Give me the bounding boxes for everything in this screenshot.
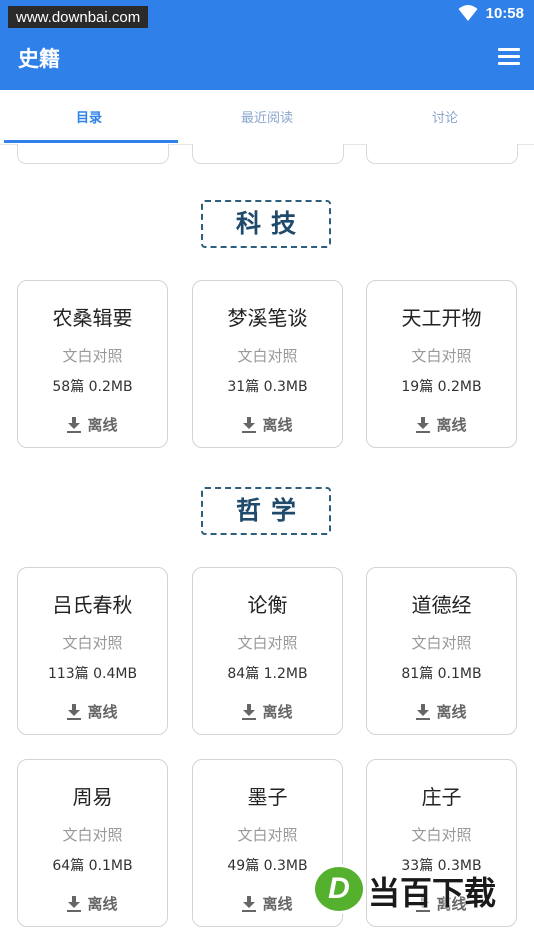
page-title: 史籍: [18, 47, 60, 71]
book-title: 梦溪笔谈: [227, 306, 308, 330]
offline-label: 离线: [87, 416, 118, 434]
status-bar: www.downbai.com 10:58: [0, 0, 534, 30]
tab-bar: 目录 最近阅读 讨论: [0, 90, 534, 145]
offline-download-button[interactable]: 离线: [18, 701, 167, 722]
logo-mark: D: [312, 864, 366, 914]
book-title: 墨子: [247, 785, 288, 809]
status-time: 10:58: [485, 4, 524, 22]
section-header-philosophy: 哲学: [201, 487, 331, 535]
offline-label: 离线: [436, 703, 467, 721]
logo-text: 当百下载: [368, 874, 497, 912]
book-card[interactable]: 梦溪笔谈 文白对照 31篇 0.3MB 离线: [192, 280, 343, 448]
book-subtitle: 文白对照: [62, 634, 123, 652]
book-card[interactable]: 天工开物 文白对照 19篇 0.2MB 离线: [366, 280, 517, 448]
offline-label: 离线: [87, 895, 118, 913]
book-meta: 19篇 0.2MB: [401, 379, 482, 395]
download-icon: [242, 703, 257, 720]
download-icon: [67, 895, 82, 912]
app-bar: 史籍: [0, 28, 534, 90]
book-card[interactable]: 周易 文白对照 64篇 0.1MB 离线: [17, 759, 168, 927]
book-card-partial[interactable]: [17, 144, 169, 164]
section-header-technology: 科技: [201, 200, 331, 248]
book-subtitle: 文白对照: [411, 347, 472, 365]
offline-label: 离线: [262, 703, 293, 721]
offline-download-button[interactable]: 离线: [18, 893, 167, 914]
book-card[interactable]: 道德经 文白对照 81篇 0.1MB 离线: [366, 567, 517, 735]
catalog-list[interactable]: 科技 农桑辑要 文白对照 58篇 0.2MB 离线 梦溪笔谈 文白对照 31篇 …: [0, 144, 534, 949]
offline-label: 离线: [436, 416, 467, 434]
download-icon: [416, 416, 431, 433]
brand-logo: D 当百下载: [312, 864, 534, 949]
offline-label: 离线: [87, 703, 118, 721]
book-meta: 113篇 0.4MB: [47, 666, 138, 682]
book-title: 庄子: [421, 785, 462, 809]
download-icon: [67, 703, 82, 720]
wifi-icon: [458, 5, 478, 21]
book-meta: 58篇 0.2MB: [52, 379, 133, 395]
offline-download-button[interactable]: 离线: [18, 414, 167, 435]
tab-catalog[interactable]: 目录: [0, 90, 178, 144]
offline-download-button[interactable]: 离线: [367, 701, 516, 722]
book-title: 道德经: [411, 593, 472, 617]
book-meta: 64篇 0.1MB: [52, 858, 133, 874]
menu-icon[interactable]: [498, 48, 520, 66]
book-title: 吕氏春秋: [52, 593, 133, 617]
book-subtitle: 文白对照: [237, 826, 298, 844]
book-subtitle: 文白对照: [411, 634, 472, 652]
offline-download-button[interactable]: 离线: [193, 414, 342, 435]
offline-download-button[interactable]: 离线: [367, 414, 516, 435]
book-title: 论衡: [247, 593, 288, 617]
offline-label: 离线: [262, 416, 293, 434]
book-card-partial[interactable]: [192, 144, 344, 164]
download-icon: [242, 416, 257, 433]
book-card[interactable]: 论衡 文白对照 84篇 1.2MB 离线: [192, 567, 343, 735]
offline-label: 离线: [262, 895, 293, 913]
book-subtitle: 文白对照: [411, 826, 472, 844]
offline-download-button[interactable]: 离线: [193, 701, 342, 722]
book-subtitle: 文白对照: [62, 347, 123, 365]
download-icon: [242, 895, 257, 912]
book-card-partial[interactable]: [366, 144, 518, 164]
book-card[interactable]: 吕氏春秋 文白对照 113篇 0.4MB 离线: [17, 567, 168, 735]
book-card[interactable]: 农桑辑要 文白对照 58篇 0.2MB 离线: [17, 280, 168, 448]
book-title: 天工开物: [401, 306, 482, 330]
watermark-url: www.downbai.com: [8, 6, 149, 30]
book-title: 周易: [72, 785, 113, 809]
tab-discussion[interactable]: 讨论: [356, 90, 534, 144]
book-subtitle: 文白对照: [237, 347, 298, 365]
tab-recent-reading[interactable]: 最近阅读: [178, 90, 356, 144]
book-meta: 84篇 1.2MB: [227, 666, 308, 682]
book-subtitle: 文白对照: [62, 826, 123, 844]
book-title: 农桑辑要: [52, 306, 133, 330]
book-subtitle: 文白对照: [237, 634, 298, 652]
download-icon: [67, 416, 82, 433]
status-indicators: 10:58: [458, 4, 524, 22]
book-meta: 81篇 0.1MB: [401, 666, 482, 682]
download-icon: [416, 703, 431, 720]
book-meta: 31篇 0.3MB: [227, 379, 308, 395]
